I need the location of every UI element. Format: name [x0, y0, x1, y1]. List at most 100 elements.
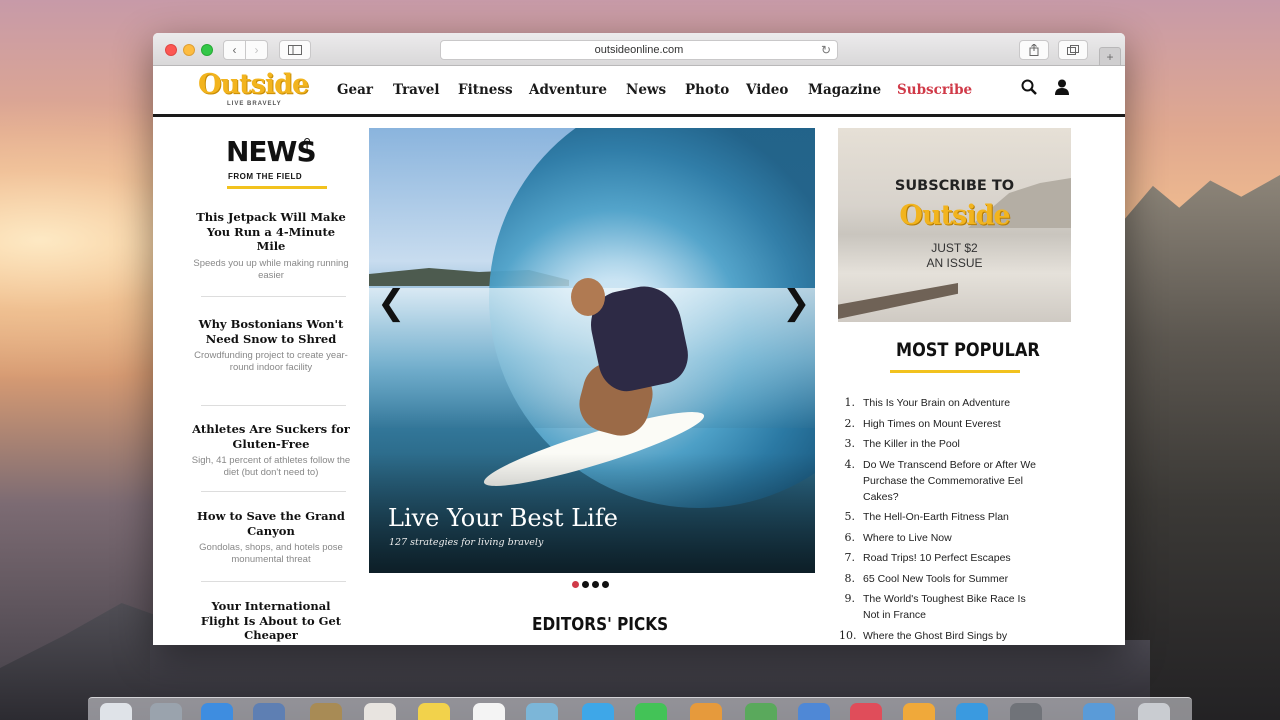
slider-dot[interactable] [602, 581, 609, 588]
slider-dots [572, 581, 609, 588]
messages-icon[interactable] [582, 703, 614, 720]
nav-travel[interactable]: Travel [393, 82, 440, 98]
list-item-text[interactable]: The Hell-On-Earth Fitness Plan [863, 511, 1009, 523]
slider-next-icon[interactable]: ❯ [782, 283, 811, 323]
news-story[interactable]: Athletes Are Suckers for Gluten-Free Sig… [191, 422, 351, 479]
close-window-button[interactable] [165, 44, 177, 56]
sidebar-button[interactable] [279, 40, 311, 60]
photo-booth-icon[interactable] [690, 703, 722, 720]
list-item[interactable]: 5. The Hell-On-Earth Fitness Plan [839, 509, 1039, 525]
itunes-icon[interactable] [850, 703, 882, 720]
fullscreen-window-button[interactable] [201, 44, 213, 56]
list-number: 7. [844, 551, 856, 564]
system-preferences-icon[interactable] [1010, 703, 1042, 720]
list-item[interactable]: 8. 65 Cool New Tools for Summer [839, 571, 1039, 587]
slider-dot[interactable] [572, 581, 579, 588]
nav-video[interactable]: Video [746, 82, 788, 98]
list-number: 3. [844, 437, 856, 450]
news-story[interactable]: How to Save the Grand Canyon Gondolas, s… [191, 509, 351, 566]
news-story-title[interactable]: Your International Flight Is About to Ge… [191, 599, 351, 643]
numbers-icon[interactable] [745, 703, 777, 720]
list-item[interactable]: 10. Where the Ghost Bird Sings by [839, 628, 1039, 644]
ibooks-icon[interactable] [903, 703, 935, 720]
nav-news[interactable]: News [626, 82, 666, 98]
mail-icon[interactable] [253, 703, 285, 720]
list-item-text[interactable]: Where to Live Now [863, 532, 952, 544]
news-story[interactable]: Your International Flight Is About to Ge… [191, 599, 351, 643]
hero-surfer-head [571, 278, 605, 316]
list-item[interactable]: 1. This Is Your Brain on Adventure [839, 395, 1039, 411]
back-button[interactable]: ‹ [223, 40, 246, 60]
list-number: 5. [844, 510, 856, 523]
nav-gear[interactable]: Gear [337, 82, 373, 98]
finder-icon[interactable] [100, 703, 132, 720]
user-icon[interactable] [1055, 79, 1069, 100]
list-item-text[interactable]: High Times on Mount Everest [863, 418, 1001, 430]
list-item-text[interactable]: The World's Toughest Bike Race Is Not in… [863, 593, 1026, 621]
hero-slider[interactable]: ❮ ❯ Live Your Best Life 127 strategies f… [369, 128, 815, 573]
search-icon[interactable] [1021, 79, 1037, 100]
macos-dock [88, 697, 1192, 720]
news-story-title[interactable]: This Jetpack Will Make You Run a 4-Minut… [191, 210, 351, 254]
list-item-text[interactable]: 65 Cool New Tools for Summer [863, 573, 1008, 585]
forward-button[interactable]: › [245, 40, 268, 60]
news-story[interactable]: Why Bostonians Won't Need Snow to Shred … [191, 317, 351, 374]
wallpaper-mountain [1125, 175, 1280, 720]
slider-prev-icon[interactable]: ❮ [377, 283, 406, 323]
slider-dot[interactable] [592, 581, 599, 588]
trash-icon[interactable] [1138, 703, 1170, 720]
nav-magazine[interactable]: Magazine [808, 82, 881, 98]
news-story-title[interactable]: Why Bostonians Won't Need Snow to Shred [191, 317, 351, 346]
ad-price-line: JUST $2 [931, 241, 978, 255]
show-tabs-button[interactable] [1058, 40, 1088, 60]
list-item[interactable]: 7. Road Trips! 10 Perfect Escapes [839, 550, 1039, 566]
site-logo[interactable]: Outside [198, 69, 309, 100]
share-button[interactable] [1019, 40, 1049, 60]
maps-icon[interactable] [526, 703, 558, 720]
new-tab-button[interactable]: + [1099, 47, 1121, 66]
keynote-icon[interactable] [798, 703, 830, 720]
downloads-folder-icon[interactable] [1083, 703, 1115, 720]
nav-subscribe[interactable]: Subscribe [897, 82, 972, 98]
news-story-title[interactable]: Athletes Are Suckers for Gluten-Free [191, 422, 351, 451]
nav-adventure[interactable]: Adventure [529, 82, 607, 98]
reminders-icon[interactable] [473, 703, 505, 720]
ad-headline: SUBSCRIBE TO [894, 178, 1015, 194]
minimize-window-button[interactable] [183, 44, 195, 56]
nav-fitness[interactable]: Fitness [458, 82, 513, 98]
list-number: 10. [839, 628, 857, 642]
browser-window: ‹ › outsideonline.com ↻ + Outside LIVE B… [153, 33, 1125, 645]
list-item[interactable]: 3. The Killer in the Pool [839, 436, 1039, 452]
notes-icon[interactable] [418, 703, 450, 720]
app-store-icon[interactable] [956, 703, 988, 720]
contacts-icon[interactable] [310, 703, 342, 720]
list-item-text[interactable]: The Killer in the Pool [863, 438, 960, 450]
calendar-icon[interactable] [364, 703, 396, 720]
launchpad-icon[interactable] [150, 703, 182, 720]
nav-photo[interactable]: Photo [685, 82, 729, 98]
list-item[interactable]: 6. Where to Live Now [839, 530, 1039, 546]
hero-title[interactable]: Live Your Best Life [388, 504, 618, 532]
reload-icon[interactable]: ↻ [821, 43, 831, 57]
list-number: 4. [844, 457, 856, 471]
subscribe-ad[interactable]: SUBSCRIBE TO Outside JUST $2 AN ISSUE [838, 128, 1071, 322]
safari-icon[interactable] [201, 703, 233, 720]
ad-price: JUST $2 AN ISSUE [838, 241, 1071, 271]
divider [201, 296, 346, 297]
news-story-title[interactable]: How to Save the Grand Canyon [191, 509, 351, 538]
list-item-text[interactable]: Do We Transcend Before or After We Purch… [863, 459, 1036, 503]
slider-dot[interactable] [582, 581, 589, 588]
editors-picks-heading: EDITORS' PICKS [532, 614, 669, 635]
list-item-text[interactable]: Where the Ghost Bird Sings by [863, 630, 1007, 642]
divider [201, 581, 346, 582]
sidebar-icon [288, 45, 302, 55]
facetime-icon[interactable] [635, 703, 667, 720]
news-story[interactable]: This Jetpack Will Make You Run a 4-Minut… [191, 210, 351, 282]
list-item[interactable]: 2. High Times on Mount Everest [839, 416, 1039, 432]
list-item[interactable]: 4. Do We Transcend Before or After We Pur… [839, 457, 1039, 505]
list-item-text[interactable]: This Is Your Brain on Adventure [863, 397, 1010, 409]
list-item[interactable]: 9. The World's Toughest Bike Race Is Not … [839, 591, 1039, 623]
list-item-text[interactable]: Road Trips! 10 Perfect Escapes [863, 552, 1011, 564]
address-bar[interactable]: outsideonline.com ↻ [440, 40, 838, 60]
browser-toolbar: ‹ › outsideonline.com ↻ + [153, 33, 1125, 66]
